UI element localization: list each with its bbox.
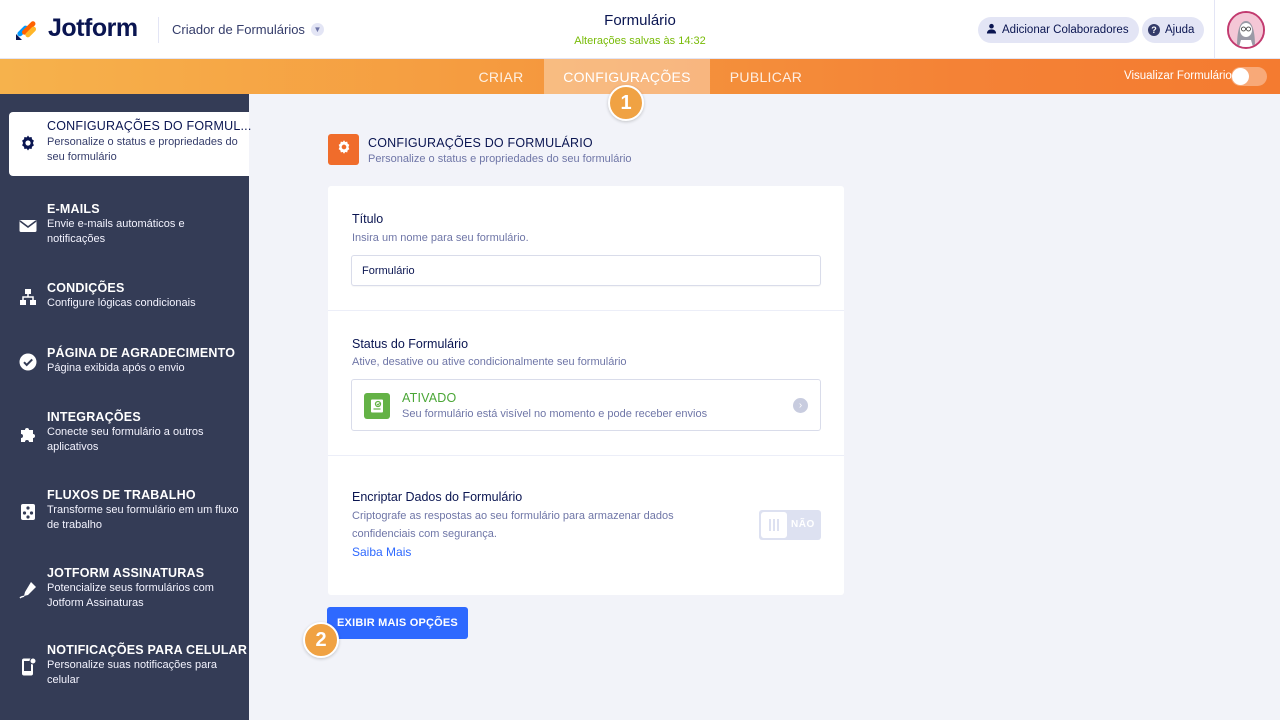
sidebar-item-desc: Página exibida após o envio: [47, 362, 185, 374]
encrypt-field-desc-1: Criptografe as respostas ao seu formulár…: [352, 510, 674, 522]
sidebar-item-mobile-notifications[interactable]: NOTIFICAÇÕES PARA CELULAR Personalize su…: [0, 643, 249, 688]
settings-sidebar: CONFIGURAÇÕES DO FORMUL... Personalize o…: [0, 94, 252, 720]
show-more-options-button[interactable]: EXIBIR MAIS OPÇÕES: [327, 607, 468, 639]
sidebar-item-title: CONDIÇÕES: [47, 281, 125, 295]
toggle-state-label: NÃO: [791, 519, 815, 530]
builder-tab-bar: CRIAR CONFIGURAÇÕES PUBLICAR: [0, 59, 1280, 94]
sidebar-item-form-settings[interactable]: CONFIGURAÇÕES DO FORMUL... Personalize o…: [9, 112, 252, 176]
puzzle-icon: [18, 424, 38, 444]
form-title-input[interactable]: [351, 255, 821, 286]
sidebar-item-desc: Conecte seu formulário a outros aplicati…: [47, 426, 204, 453]
sidebar-item-title: E-MAILS: [47, 202, 100, 216]
avatar[interactable]: [1227, 11, 1265, 49]
encrypt-field-desc-2: confidenciais com segurança.: [352, 528, 497, 540]
add-collaborators-label: Adicionar Colaboradores: [1002, 24, 1129, 36]
title-field-desc: Insira um nome para seu formulário.: [352, 232, 529, 244]
sidebar-item-title: FLUXOS DE TRABALHO: [47, 488, 196, 502]
top-header: Jotform Criador de Formulários ▼ Formulá…: [0, 0, 1280, 59]
help-button[interactable]: ? Ajuda: [1142, 17, 1205, 43]
sidebar-item-title: INTEGRAÇÕES: [47, 410, 141, 424]
check-circle-icon: [18, 352, 38, 372]
section-subtitle: Personalize o status e propriedades do s…: [368, 153, 632, 165]
toggle-knob: [1232, 68, 1249, 85]
form-status-selector[interactable]: ATIVADO Seu formulário está visível no m…: [351, 379, 821, 431]
sidebar-item-desc: Configure lógicas condicionais: [47, 297, 196, 309]
gear-icon: [18, 133, 38, 153]
sidebar-item-desc: Envie e-mails automáticos e notificações: [47, 218, 185, 245]
user-icon: [986, 23, 997, 37]
sidebar-item-workflows[interactable]: FLUXOS DE TRABALHO Transforme seu formul…: [0, 488, 249, 533]
sidebar-item-desc: Personalize suas notificações para celul…: [47, 659, 217, 686]
sidebar-item-sign[interactable]: JOTFORM ASSINATURAS Potencialize seus fo…: [0, 566, 249, 611]
row-divider: [328, 310, 844, 311]
mobile-icon: [18, 657, 38, 677]
sidebar-item-title: CONFIGURAÇÕES DO FORMUL...: [47, 119, 252, 133]
sidebar-item-desc: Potencialize seus formulários com Jotfor…: [47, 582, 214, 609]
status-field-label: Status do Formulário: [352, 337, 469, 351]
sidebar-item-thank-you[interactable]: PÁGINA DE AGRADECIMENTO Página exibida a…: [0, 346, 249, 376]
preview-form-label: Visualizar Formulário: [1124, 70, 1232, 82]
chevron-right-icon: ›: [793, 398, 808, 413]
step-badge-2: 2: [303, 622, 339, 658]
step-badge-1: 1: [608, 85, 644, 121]
section-title: CONFIGURAÇÕES DO FORMULÁRIO: [368, 136, 593, 150]
settings-section-icon: [328, 134, 359, 165]
learn-more-link[interactable]: Saiba Mais: [352, 545, 411, 559]
sidebar-item-emails[interactable]: E-MAILS Envie e-mails automáticos e noti…: [0, 202, 249, 247]
pen-icon: [18, 580, 38, 600]
hierarchy-icon: [18, 287, 38, 307]
form-enabled-icon: [364, 393, 390, 419]
sidebar-item-title: JOTFORM ASSINATURAS: [47, 566, 205, 580]
status-value: ATIVADO: [402, 391, 457, 405]
envelope-icon: [18, 216, 38, 236]
add-collaborators-button[interactable]: Adicionar Colaboradores: [978, 17, 1139, 43]
row-divider: [328, 455, 844, 456]
encrypt-data-toggle[interactable]: NÃO: [759, 510, 821, 540]
sidebar-item-integrations[interactable]: INTEGRAÇÕES Conecte seu formulário a out…: [0, 410, 249, 455]
form-settings-card: Título Insira um nome para seu formulári…: [328, 186, 844, 595]
header-divider-right: [1214, 0, 1215, 59]
sidebar-item-desc: Transforme seu formulário em um fluxo de…: [47, 504, 239, 531]
encrypt-field-label: Encriptar Dados do Formulário: [352, 490, 523, 504]
sidebar-item-conditions[interactable]: CONDIÇÕES Configure lógicas condicionais: [0, 281, 249, 311]
title-field-label: Título: [352, 212, 384, 226]
tab-create[interactable]: CRIAR: [466, 59, 536, 94]
sidebar-item-title: PÁGINA DE AGRADECIMENTO: [47, 346, 236, 360]
toggle-knob: [761, 512, 787, 538]
workflow-icon: [18, 502, 38, 522]
status-description: Seu formulário está visível no momento e…: [402, 408, 708, 420]
sidebar-item-title: NOTIFICAÇÕES PARA CELULAR: [47, 643, 248, 657]
tab-publish[interactable]: PUBLICAR: [718, 59, 814, 94]
question-icon: ?: [1148, 24, 1160, 36]
preview-form-toggle[interactable]: [1231, 67, 1267, 86]
help-label: Ajuda: [1165, 24, 1195, 36]
sidebar-item-desc: Personalize o status e propriedades do s…: [47, 136, 238, 163]
gear-icon: [335, 138, 353, 161]
status-field-desc: Ative, desative ou ative condicionalment…: [352, 356, 627, 368]
